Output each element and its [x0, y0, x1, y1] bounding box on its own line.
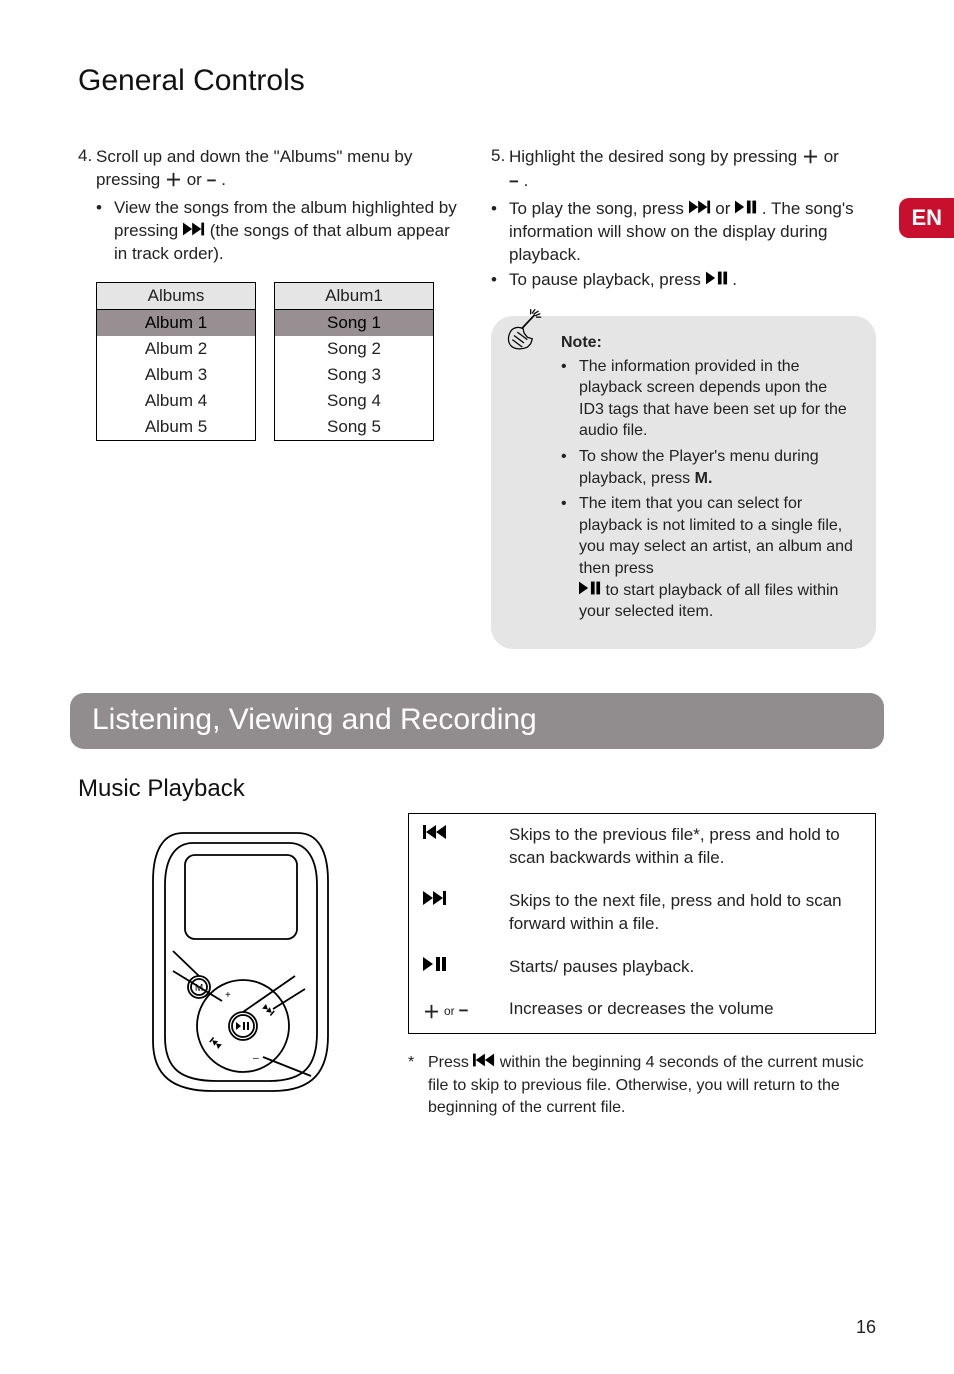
section-band: Listening, Viewing and Recording [70, 693, 884, 749]
control-row-next: Skips to the next file, press and hold t… [409, 880, 875, 946]
control-desc: Starts/ pauses playback. [509, 956, 861, 979]
control-row-volume: ＋ or − Increases or decreases the volume [409, 988, 875, 1033]
page: General Controls 4. Scroll up and down t… [0, 0, 954, 1374]
footnote: * Press within the beginning 4 seconds o… [408, 1052, 876, 1119]
songs-row-selected: Song 1 [275, 310, 433, 336]
play-pause-icon [579, 582, 605, 599]
left-column: 4. Scroll up and down the "Albums" menu … [78, 146, 463, 441]
control-desc: Skips to the next file, press and hold t… [509, 890, 861, 936]
two-column-layout: 4. Scroll up and down the "Albums" menu … [78, 146, 876, 649]
albums-row: Album 2 [97, 336, 255, 362]
albums-row: Album 5 [97, 414, 255, 440]
footnote-text: Press within the beginning 4 seconds of … [428, 1052, 876, 1119]
text: The information provided in the playback… [579, 356, 856, 442]
playback-row: M + [78, 813, 876, 1120]
songs-row: Song 4 [275, 388, 433, 414]
right-column: 5. Highlight the desired song by pressin… [491, 146, 876, 649]
albums-row: Album 3 [97, 362, 255, 388]
plus-icon: ＋ [423, 998, 440, 1023]
control-row-play: Starts/ pauses playback. [409, 946, 875, 989]
text: to start playback of all files within yo… [579, 582, 838, 621]
play-pause-icon [706, 270, 733, 289]
device-illustration: M + [78, 813, 398, 1101]
plus-icon: ＋ [802, 147, 819, 170]
songs-row: Song 5 [275, 414, 433, 440]
bullet-pause: To pause playback, press . [491, 269, 876, 292]
note-box: Note: The information provided in the pl… [491, 316, 876, 649]
albums-header: Albums [97, 283, 255, 310]
asterisk: * [408, 1052, 420, 1119]
svg-text:+: + [225, 990, 231, 1001]
step-5: 5. Highlight the desired song by pressin… [491, 146, 876, 194]
or-text: or [440, 1004, 459, 1018]
page-number: 16 [856, 1317, 876, 1338]
m-key: M. [695, 470, 713, 487]
control-desc: Increases or decreases the volume [509, 998, 861, 1021]
text: The item that you can select for playbac… [579, 495, 853, 577]
menu-tables: Albums Album 1 Album 2 Album 3 Album 4 A… [78, 282, 463, 441]
play-pause-icon [735, 199, 762, 218]
prev-start-icon [473, 1054, 499, 1071]
songs-header: Album1 [275, 283, 433, 310]
text: or [187, 170, 207, 189]
text: Scroll up and down the "Albums" menu by … [96, 147, 412, 189]
text: . [221, 170, 226, 189]
heading-music-playback: Music Playback [78, 775, 876, 803]
text: Press [428, 1054, 473, 1071]
left-bullet-list: View the songs from the album highlighte… [78, 197, 463, 266]
play-pause-icon [423, 956, 493, 972]
note-item: The information provided in the playback… [561, 356, 856, 442]
bullet-view-songs: View the songs from the album highlighte… [96, 197, 463, 266]
next-end-icon [183, 221, 210, 240]
albums-row: Album 4 [97, 388, 255, 414]
songs-menu: Album1 Song 1 Song 2 Song 3 Song 4 Song … [274, 282, 434, 441]
control-desc: Skips to the previous file*, press and h… [509, 824, 861, 870]
songs-row: Song 3 [275, 362, 433, 388]
volume-keys: ＋ or − [423, 998, 493, 1023]
minus-icon: − [207, 170, 217, 193]
step-4: 4. Scroll up and down the "Albums" menu … [78, 146, 463, 193]
next-icon [423, 890, 493, 906]
step-4-text: Scroll up and down the "Albums" menu by … [96, 146, 463, 193]
text: To play the song, press [509, 199, 689, 218]
right-bullet-list: To play the song, press or . The song's … [491, 198, 876, 292]
minus-icon: − [459, 1001, 469, 1021]
bullet-play: To play the song, press or . The song's … [491, 198, 876, 267]
text: or [715, 199, 735, 218]
control-row-prev: Skips to the previous file*, press and h… [409, 814, 875, 880]
controls-column: Skips to the previous file*, press and h… [408, 813, 876, 1120]
minus-icon: − [509, 171, 519, 194]
controls-table: Skips to the previous file*, press and h… [408, 813, 876, 1035]
text: or [824, 147, 839, 166]
step-5-text: Highlight the desired song by pressing ＋… [509, 146, 876, 194]
prev-icon [423, 824, 493, 840]
text: To pause playback, press [509, 270, 706, 289]
text: Highlight the desired song by pressing [509, 147, 802, 166]
songs-row: Song 2 [275, 336, 433, 362]
svg-text:–: – [253, 1053, 259, 1064]
next-end-icon [689, 199, 716, 218]
step-number: 5. [491, 146, 509, 194]
note-item: To show the Player's menu during playbac… [561, 446, 856, 489]
plus-icon: ＋ [165, 170, 182, 193]
note-list: The information provided in the playback… [561, 356, 856, 623]
note-hand-icon [499, 308, 549, 358]
albums-row-selected: Album 1 [97, 310, 255, 336]
albums-menu: Albums Album 1 Album 2 Album 3 Album 4 A… [96, 282, 256, 441]
step-number: 4. [78, 146, 96, 193]
note-title: Note: [561, 334, 856, 352]
note-item: The item that you can select for playbac… [561, 493, 856, 623]
text: . [524, 171, 529, 190]
heading-general-controls: General Controls [78, 64, 876, 98]
text: . [732, 270, 737, 289]
